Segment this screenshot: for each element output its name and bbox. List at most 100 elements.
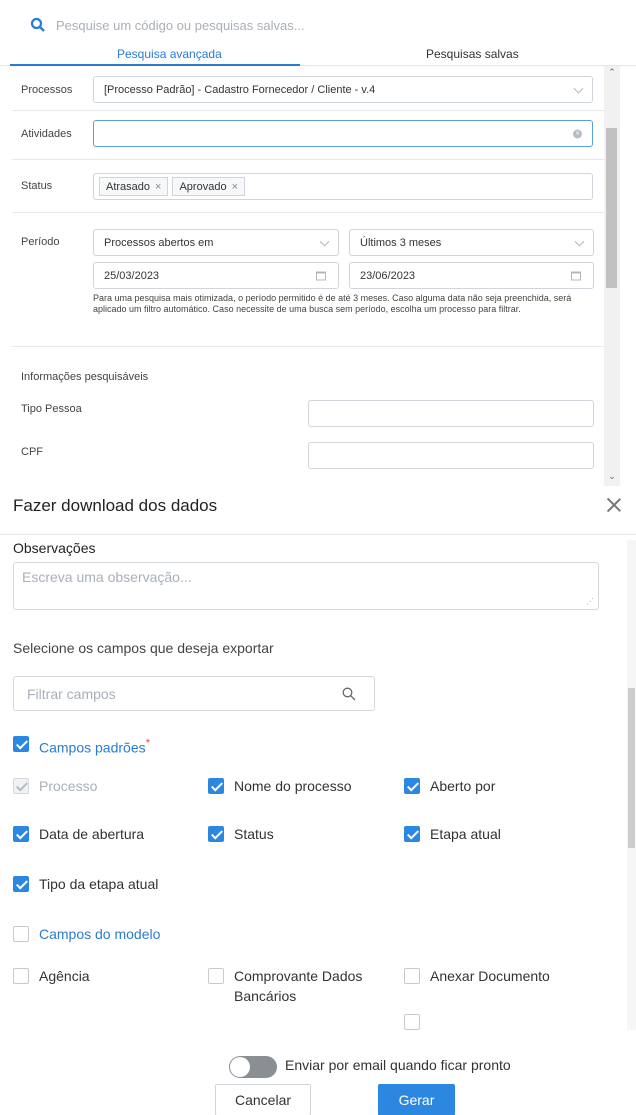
checkbox-unchecked-icon[interactable] [13, 968, 29, 984]
field-checkbox-next[interactable] [404, 1014, 420, 1030]
processos-label: Processos [21, 84, 73, 96]
scrollbar-thumb[interactable] [628, 688, 635, 848]
field-checkbox-processo: Processo [13, 778, 97, 794]
scrollbar-thumb[interactable] [606, 128, 617, 288]
checkbox-checked-icon[interactable] [208, 826, 224, 842]
clear-icon[interactable]: × [573, 129, 582, 138]
periodo-help-text: Para uma pesquisa mais otimizada, o perí… [93, 293, 572, 314]
required-mark: * [145, 737, 151, 750]
periodo-range-select[interactable]: Últimos 3 meses [349, 229, 594, 256]
periodo-type-select[interactable]: Processos abertos em [93, 229, 339, 256]
calendar-icon[interactable] [316, 271, 326, 280]
search-icon [30, 17, 45, 32]
checkbox-disabled-icon [13, 778, 29, 794]
status-tag-label: Aprovado [179, 180, 227, 193]
checkbox-checked-icon[interactable] [13, 736, 29, 752]
field-checkbox-agencia[interactable]: Agência [13, 968, 90, 984]
checkbox-checked-icon[interactable] [13, 826, 29, 842]
field-checkbox-comprovante[interactable]: Comprovante Dados Bancários [208, 968, 388, 1006]
status-label: Status [21, 180, 53, 192]
field-label: Status [234, 826, 274, 842]
tipo-pessoa-input[interactable] [308, 400, 594, 427]
periodo-label: Período [21, 236, 60, 248]
cancel-button[interactable]: Cancelar [215, 1084, 311, 1115]
observations-label: Observações [13, 540, 96, 556]
divider [12, 110, 604, 111]
cpf-label: CPF [21, 446, 43, 458]
end-date-value: 23/06/2023 [360, 269, 416, 282]
model-fields-checkbox[interactable]: Campos do modelo [13, 926, 160, 942]
model-fields-label: Campos do modelo [39, 926, 161, 942]
field-checkbox-aberto-por[interactable]: Aberto por [404, 778, 495, 794]
search-bar[interactable]: Pesquise um código ou pesquisas salvas..… [30, 14, 305, 36]
field-label: Processo [39, 778, 98, 794]
field-label: Agência [39, 968, 90, 984]
divider [12, 159, 604, 160]
checkbox-unchecked-icon[interactable] [404, 1014, 420, 1030]
checkbox-checked-icon[interactable] [404, 826, 420, 842]
chevron-down-icon [574, 236, 585, 247]
field-checkbox-anexar-documento[interactable]: Anexar Documento [404, 968, 550, 984]
search-icon [342, 687, 356, 701]
filter-fields-placeholder: Filtrar campos [27, 685, 116, 702]
field-checkbox-status[interactable]: Status [208, 826, 274, 842]
tab-pesquisas-salvas[interactable]: Pesquisas salvas [426, 47, 519, 61]
checkbox-checked-icon[interactable] [13, 876, 29, 892]
field-checkbox-etapa-atual[interactable]: Etapa atual [404, 826, 501, 842]
filter-fields-input[interactable]: Filtrar campos [13, 676, 375, 711]
atividades-select[interactable]: × [93, 120, 593, 147]
dialog-scrollbar[interactable] [627, 540, 636, 1030]
calendar-icon[interactable] [571, 271, 581, 280]
divider [12, 212, 604, 213]
end-date-input[interactable]: 23/06/2023 [349, 262, 594, 289]
field-label: Anexar Documento [430, 968, 550, 984]
email-toggle-label: Enviar por email quando ficar pronto [285, 1057, 511, 1073]
scroll-up-icon[interactable]: ⌃ [608, 68, 616, 77]
tipo-pessoa-label: Tipo Pessoa [21, 403, 82, 415]
field-label: Nome do processo [234, 778, 352, 794]
periodo-type-value: Processos abertos em [104, 236, 214, 249]
checkbox-checked-icon[interactable] [208, 778, 224, 794]
field-checkbox-nome-do-processo[interactable]: Nome do processo [208, 778, 352, 794]
periodo-range-value: Últimos 3 meses [360, 236, 442, 249]
start-date-input[interactable]: 25/03/2023 [93, 262, 339, 289]
checkbox-unchecked-icon[interactable] [208, 968, 224, 984]
remove-tag-icon[interactable]: × [155, 181, 161, 193]
processos-select[interactable]: [Processo Padrão] - Cadastro Fornecedor … [93, 76, 593, 103]
searchable-info-title: Informações pesquisáveis [21, 371, 149, 383]
email-toggle[interactable] [229, 1056, 277, 1078]
close-icon[interactable] [604, 496, 624, 516]
divider [0, 534, 636, 535]
default-fields-checkbox[interactable]: Campos padrões* [13, 736, 150, 756]
observations-placeholder: Escreva uma observação... [22, 569, 192, 585]
tab-pesquisa-avancada[interactable]: Pesquisa avançada [117, 47, 222, 61]
field-checkbox-tipo-da-etapa-atual[interactable]: Tipo da etapa atual [13, 876, 158, 892]
status-tag-label: Atrasado [106, 180, 151, 193]
chevron-down-icon [573, 83, 584, 94]
cpf-input[interactable] [308, 442, 594, 469]
status-select[interactable]: Atrasado × Aprovado × [93, 173, 593, 200]
checkbox-unchecked-icon[interactable] [404, 968, 420, 984]
start-date-value: 25/03/2023 [104, 269, 160, 282]
checkbox-checked-icon[interactable] [404, 778, 420, 794]
panel-scrollbar[interactable]: ⌃ ⌄ [604, 66, 620, 486]
status-tag: Atrasado × [99, 177, 169, 196]
field-label: Comprovante Dados Bancários [234, 968, 363, 1004]
field-label: Aberto por [430, 778, 496, 794]
processos-value: [Processo Padrão] - Cadastro Fornecedor … [104, 83, 376, 96]
status-tag: Aprovado × [172, 177, 245, 196]
dialog-title: Fazer download dos dados [13, 496, 218, 515]
remove-tag-icon[interactable]: × [232, 181, 238, 193]
field-label: Tipo da etapa atual [39, 876, 159, 892]
observations-textarea[interactable]: Escreva uma observação... ⋰ [13, 562, 599, 610]
chevron-down-icon [319, 236, 330, 247]
search-input[interactable]: Pesquise um código ou pesquisas salvas..… [56, 18, 305, 33]
toggle-knob [230, 1057, 250, 1077]
scroll-down-icon[interactable]: ⌄ [608, 472, 616, 481]
generate-button[interactable]: Gerar [378, 1084, 455, 1115]
resize-handle-icon[interactable]: ⋰ [586, 597, 594, 606]
checkbox-unchecked-icon[interactable] [13, 926, 29, 942]
divider [12, 346, 604, 347]
select-fields-label: Selecione os campos que deseja exportar [13, 640, 274, 656]
field-checkbox-data-de-abertura[interactable]: Data de abertura [13, 826, 144, 842]
